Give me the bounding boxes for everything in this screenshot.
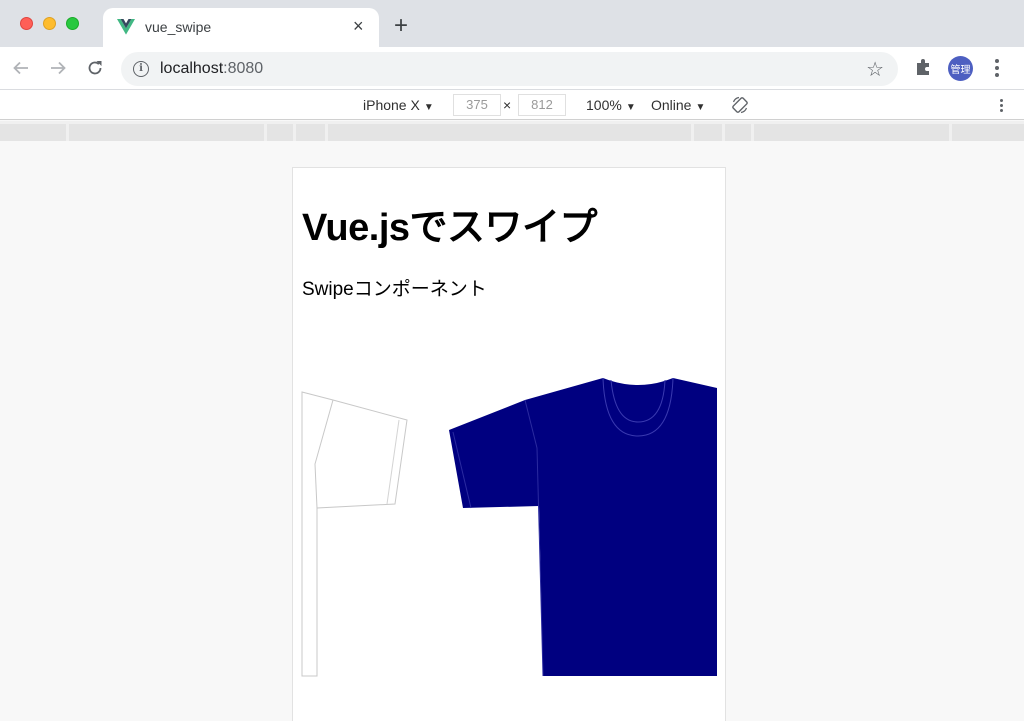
media-query-bar bbox=[0, 121, 1024, 141]
arrow-left-icon bbox=[13, 61, 28, 75]
close-window-button[interactable] bbox=[20, 17, 33, 30]
back-button[interactable] bbox=[10, 57, 32, 79]
forward-button[interactable] bbox=[47, 57, 69, 79]
viewport-width-input[interactable]: 375 bbox=[453, 94, 501, 116]
extensions-puzzle-icon[interactable] bbox=[914, 57, 934, 77]
media-query-segment[interactable] bbox=[754, 124, 949, 141]
media-query-segment[interactable] bbox=[267, 124, 293, 141]
media-query-segment[interactable] bbox=[952, 124, 1024, 141]
navy-tshirt-image bbox=[449, 377, 717, 677]
device-toolbar-more-icon[interactable] bbox=[996, 96, 1006, 114]
minimize-window-button[interactable] bbox=[43, 17, 56, 30]
url-port: :8080 bbox=[223, 60, 264, 77]
network-throttle-select[interactable]: Online ▼ bbox=[651, 97, 705, 113]
maximize-window-button[interactable] bbox=[66, 17, 79, 30]
device-toolbar: iPhone X ▼ 375 × 812 100% ▼ Online ▼ bbox=[0, 90, 1024, 120]
media-query-segment[interactable] bbox=[694, 124, 722, 141]
caret-down-icon: ▼ bbox=[423, 102, 434, 113]
arrow-right-icon bbox=[51, 61, 66, 75]
caret-down-icon: ▼ bbox=[625, 102, 636, 113]
browser-tab[interactable]: vue_swipe × bbox=[103, 8, 379, 47]
dimension-separator: × bbox=[503, 97, 512, 113]
new-tab-button[interactable]: + bbox=[394, 14, 408, 38]
page-title: Vue.jsでスワイプ bbox=[302, 207, 598, 249]
caret-down-icon: ▼ bbox=[695, 102, 706, 113]
media-query-segment[interactable] bbox=[328, 124, 691, 141]
url-text[interactable]: localhost:8080 bbox=[160, 60, 263, 78]
media-query-segment[interactable] bbox=[296, 124, 325, 141]
profile-avatar[interactable]: 管理 bbox=[948, 56, 973, 81]
media-query-segment[interactable] bbox=[0, 124, 66, 141]
media-query-segment[interactable] bbox=[69, 124, 264, 141]
device-label: iPhone X bbox=[363, 97, 420, 113]
reload-icon bbox=[88, 61, 102, 75]
info-icon[interactable]: i bbox=[133, 61, 149, 77]
white-tshirt-image bbox=[301, 391, 408, 677]
tab-strip: vue_swipe × + bbox=[0, 0, 1024, 47]
device-select[interactable]: iPhone X ▼ bbox=[363, 97, 434, 113]
reload-button[interactable] bbox=[84, 57, 106, 79]
url-host: localhost bbox=[160, 60, 224, 77]
browser-menu-icon[interactable] bbox=[990, 57, 1004, 79]
page-subtitle: Swipeコンポーネント bbox=[302, 279, 487, 300]
swipe-carousel[interactable] bbox=[293, 368, 726, 688]
device-viewport: Vue.jsでスワイプ Swipeコンポーネント bbox=[292, 167, 726, 721]
media-query-segment[interactable] bbox=[725, 124, 751, 141]
vue-logo-icon bbox=[117, 19, 135, 35]
browser-toolbar: i localhost:8080 ☆ 管理 bbox=[0, 47, 1024, 90]
rotate-device-icon[interactable] bbox=[731, 96, 749, 114]
zoom-select[interactable]: 100% ▼ bbox=[586, 97, 636, 113]
viewport-height-input[interactable]: 812 bbox=[518, 94, 566, 116]
bookmark-star-icon[interactable]: ☆ bbox=[866, 57, 884, 82]
zoom-label: 100% bbox=[586, 97, 622, 113]
tab-close-button[interactable]: × bbox=[353, 16, 364, 36]
network-label: Online bbox=[651, 97, 692, 113]
address-bar[interactable]: i localhost:8080 ☆ bbox=[121, 52, 898, 86]
tab-title: vue_swipe bbox=[145, 19, 212, 35]
